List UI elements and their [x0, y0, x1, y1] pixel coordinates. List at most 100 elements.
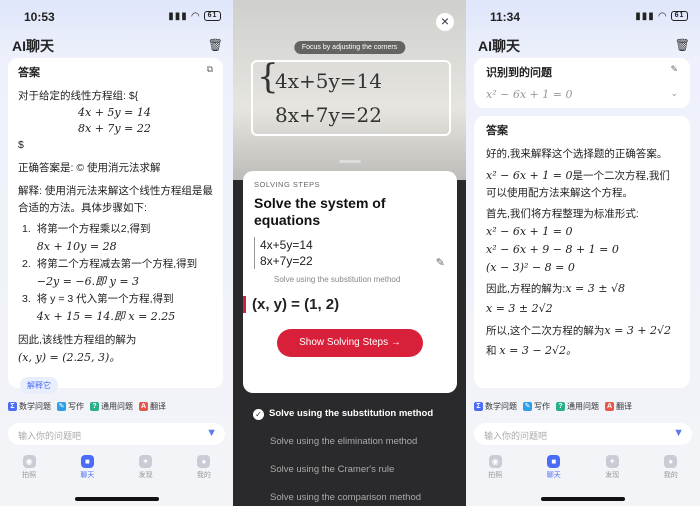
chip-translate[interactable]: A 翻译 — [605, 401, 632, 412]
chip-writing[interactable]: ✎ 写作 — [57, 401, 84, 412]
equation-1: 4x + 5y = 14 — [78, 106, 151, 119]
system-equations: 4x+5y=14 8x+7y=22 — [254, 237, 334, 269]
tab-camera[interactable]: ◉ 拍照 — [9, 455, 49, 491]
tab-chat[interactable]: ■ 聊天 — [534, 455, 574, 491]
chat-icon: ■ — [547, 455, 561, 468]
tab-discover[interactable]: ✦ 发现 — [126, 455, 166, 491]
status-bar: 11:34 ▮▮▮ ◠ 61 — [466, 9, 700, 25]
math-line-2: x² − 6x + 9 − 8 + 1 = 0 — [486, 243, 619, 256]
status-bar: 10:53 ▮▮▮ ◠ 61 — [0, 9, 233, 25]
equation-1: 4x+5y=14 — [260, 238, 313, 252]
middle-screen: × Focus by adjusting the corners {4x+5y=… — [233, 0, 466, 506]
chip-math[interactable]: Σ 数学问题 — [474, 401, 517, 412]
list-item: 3. 将 y = 3 代入第一个方程,得到 4x + 15 = 14.即 x = 2… — [22, 293, 176, 323]
answer-card: 答案 好的,我来解释这个选择题的正确答案。 x² − 6x + 1 = 0是一个… — [474, 116, 690, 388]
list-item: 2. 将第二个方程减去第一个方程,得到 −2y = −6.即 y = 3 — [22, 258, 198, 288]
recognized-card: 识别到的问题 ✎ x² − 6x + 1 = 0 ⌄ — [474, 58, 690, 108]
chat-icon: ■ — [80, 455, 94, 468]
tab-bar: ◉ 拍照 ■ 聊天 ✦ 发现 ● 我的 — [0, 455, 233, 491]
math-line-4: x = 3 ± 2√2 — [486, 302, 553, 315]
list-item: 1. 将第一个方程乘以2,得到 8x + 10y = 28 — [22, 223, 151, 253]
method-list: ✓ Solve using the substitution method Sol… — [233, 400, 466, 506]
tab-profile[interactable]: ● 我的 — [651, 455, 691, 491]
handwritten-equations: {4x+5y=14 8x+7y=22 — [257, 57, 382, 127]
answer-header: 答案 — [18, 67, 40, 79]
chat-input[interactable]: 输入你的问题吧 ▼ — [8, 423, 225, 445]
chip-general[interactable]: ? 通用问题 — [556, 401, 599, 412]
answer: (x, y) = (1, 2) — [243, 296, 446, 313]
solving-card: SOLVING STEPS Solve the system of equati… — [243, 171, 457, 393]
question-icon: ? — [556, 401, 565, 411]
chip-math[interactable]: Σ 数学问题 — [8, 401, 51, 412]
translate-icon: A — [139, 401, 148, 411]
method-item-elimination[interactable]: Solve using the elimination method — [233, 428, 466, 456]
recognized-header: 识别到的问题 — [486, 67, 552, 79]
explanation: 解释: 使用消元法来解这个线性方程组是最合适的方法。具体步骤如下: — [18, 185, 213, 214]
answer-paragraph: x² − 6x + 1 = 0是一个二次方程,我们可以使用配方法来解这个方程。 — [486, 169, 670, 199]
status-icons: ▮▮▮ ◠ 61 — [635, 11, 688, 22]
chip-writing[interactable]: ✎ 写作 — [523, 401, 550, 412]
tab-camera[interactable]: ◉ 拍照 — [475, 455, 515, 491]
send-icon[interactable]: ▼ — [206, 427, 217, 439]
quick-chips: Σ 数学问题 ✎ 写作 ? 通用问题 A 翻译 — [8, 398, 225, 414]
left-screen: 10:53 ▮▮▮ ◠ 61 AI聊天 🗑 答案 ⧉ 对于给定的线性方程组: $… — [0, 0, 233, 506]
result: (x, y) = (2.25, 3)。 — [18, 351, 121, 364]
clear-chat-icon[interactable]: 🗑 — [675, 38, 690, 52]
method-note: Solve using the substitution method — [274, 275, 401, 284]
tab-profile[interactable]: ● 我的 — [184, 455, 224, 491]
method-item-substitution[interactable]: ✓ Solve using the substitution method — [233, 400, 466, 428]
send-icon[interactable]: ▼ — [673, 427, 684, 439]
clock: 11:34 — [490, 10, 521, 24]
app-title: AI聊天 — [478, 38, 520, 54]
discover-icon: ✦ — [139, 455, 153, 468]
answer-line: 对于给定的线性方程组: ${ — [18, 90, 139, 102]
chevron-down-icon[interactable]: ⌄ — [670, 88, 678, 101]
pen-icon: ✎ — [523, 401, 532, 411]
battery-icon: 61 — [204, 11, 221, 22]
edit-icon[interactable]: ✎ — [670, 64, 678, 80]
solving-label: SOLVING STEPS — [254, 180, 320, 189]
solution-line: 因此,方程的解为:x = 3 ± √8 — [486, 282, 625, 295]
method-item-cramer[interactable]: Solve using the Cramer's rule — [233, 456, 466, 484]
answer-card: 答案 ⧉ 对于给定的线性方程组: ${ 4x + 5y = 14 8x + 7y… — [8, 58, 223, 388]
tab-chat[interactable]: ■ 聊天 — [67, 455, 107, 491]
close-button[interactable]: × — [436, 13, 454, 31]
tab-discover[interactable]: ✦ 发现 — [592, 455, 632, 491]
app-title: AI聊天 — [12, 38, 54, 54]
final-line: 所以,这个二次方程的解为x = 3 + 2√2 — [486, 324, 672, 337]
answer-intro: 好的,我来解释这个选择题的正确答案。 — [486, 148, 668, 160]
camera-icon: ◉ — [22, 455, 36, 468]
clock: 10:53 — [24, 10, 55, 24]
solving-heading: Solve the system of equations — [254, 195, 386, 228]
check-icon: ✓ — [253, 408, 264, 420]
answer-step-intro: 首先,我们将方程整理为标准形式: — [486, 208, 639, 220]
chip-general[interactable]: ? 通用问题 — [90, 401, 133, 412]
chip-translate[interactable]: A 翻译 — [139, 401, 166, 412]
method-item-comparison[interactable]: Solve using the comparison method — [233, 484, 466, 506]
chat-input[interactable]: 输入你的问题吧 ▼ — [474, 423, 692, 445]
equation-2: 8x+7y=22 — [260, 254, 313, 268]
drag-handle[interactable] — [338, 160, 361, 163]
home-indicator — [541, 497, 625, 501]
tab-bar: ◉ 拍照 ■ 聊天 ✦ 发现 ● 我的 — [466, 455, 700, 491]
home-indicator — [74, 497, 159, 501]
sigma-icon: Σ — [474, 401, 483, 411]
math-line-1: x² − 6x + 1 = 0 — [486, 225, 573, 238]
camera-icon: ◉ — [488, 455, 502, 468]
status-icons: ▮▮▮ ◠ 61 — [168, 11, 221, 22]
translate-icon: A — [605, 401, 614, 411]
pen-icon: ✎ — [57, 401, 66, 411]
edit-icon[interactable]: ✎ — [436, 256, 445, 269]
clear-chat-icon[interactable]: 🗑 — [208, 38, 223, 52]
copy-icon[interactable]: ⧉ — [207, 64, 213, 80]
focus-hint: Focus by adjusting the corners — [293, 41, 406, 54]
steps-list: 1. 将第一个方程乘以2,得到 8x + 10y = 28 2. 将第二个方程减去第一… — [18, 221, 213, 326]
answer-header: 答案 — [486, 125, 508, 137]
show-steps-button[interactable]: Show Solving Steps → — [277, 329, 423, 357]
question-icon: ? — [90, 401, 99, 411]
crop-frame[interactable]: {4x+5y=14 8x+7y=22 — [251, 60, 451, 136]
dollar-sign: $ — [18, 139, 24, 151]
explain-button[interactable]: 解释它 — [20, 375, 58, 394]
arrow-right-icon: → — [390, 337, 401, 348]
right-screen: 11:34 ▮▮▮ ◠ 61 AI聊天 🗑 识别到的问题 ✎ x² − 6x +… — [466, 0, 700, 506]
